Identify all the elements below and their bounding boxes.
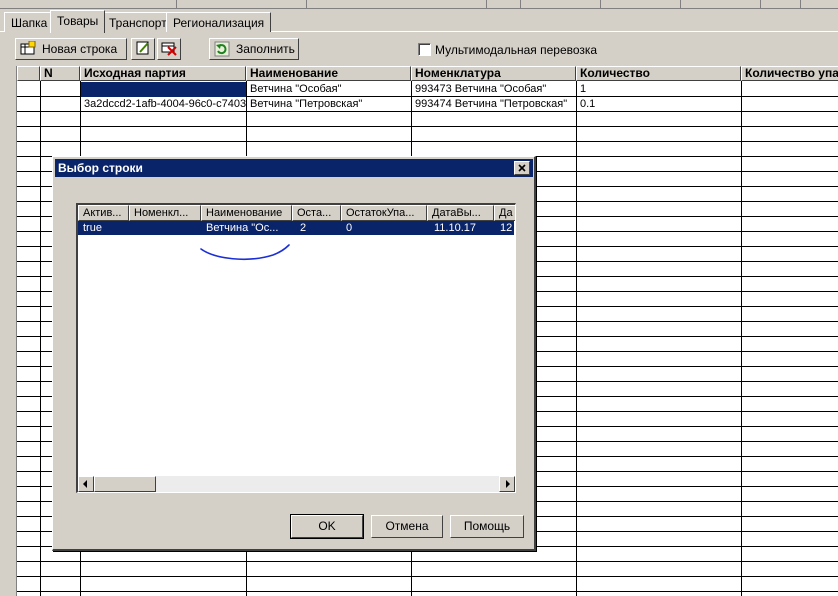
- tab-regionalization[interactable]: Регионализация: [166, 12, 272, 32]
- top-toolbar-strip: [0, 0, 838, 9]
- list-cell-name: Ветчина "Ос...: [206, 222, 279, 234]
- scroll-right-button[interactable]: [499, 476, 515, 492]
- list-column-rest[interactable]: Оста...: [292, 205, 341, 221]
- table-cell-quantity-pack[interactable]: [742, 97, 838, 112]
- list-cell-date: 11.10.17: [434, 222, 477, 234]
- table-header: N Исходная партия Наименование Номенклат…: [17, 66, 838, 81]
- horizontal-scrollbar[interactable]: [78, 476, 515, 492]
- delete-row-icon: [161, 40, 177, 59]
- edit-icon: [135, 40, 151, 59]
- tab-label: Товары: [57, 14, 99, 28]
- column-header-quantity-pack[interactable]: Количество упак: [741, 66, 838, 81]
- list-column-rest-pack[interactable]: ОстатокУпа...: [341, 205, 427, 221]
- tab-bar: Шапка Товары Транспорт Регионализация: [0, 10, 838, 33]
- tab-transport[interactable]: Транспорт: [102, 12, 174, 32]
- annotation-underline: [200, 244, 290, 261]
- list-cell-extra: 12: [500, 222, 513, 234]
- select-row-dialog: Выбор строки Актив... Номенкл... Наимено…: [52, 156, 536, 551]
- list-item[interactable]: true Ветчина "Ос... 2 0 11.10.17 12: [78, 221, 514, 235]
- dialog-title-bar[interactable]: Выбор строки: [55, 159, 533, 177]
- edit-row-button[interactable]: [131, 38, 155, 60]
- ok-button[interactable]: OK: [290, 514, 364, 539]
- list-cell-rest-pack: 0: [346, 222, 353, 234]
- table-cell-name[interactable]: Ветчина "Особая": [247, 82, 411, 97]
- new-row-icon: [20, 40, 36, 57]
- table-cell-nomenclature[interactable]: 993473 Ветчина "Особая": [412, 82, 576, 97]
- close-button[interactable]: [514, 161, 530, 175]
- scroll-thumb[interactable]: [94, 476, 156, 492]
- fill-button[interactable]: Заполнить: [209, 38, 299, 60]
- dialog-title: Выбор строки: [58, 161, 143, 175]
- table-cell-batch-selected[interactable]: [81, 82, 246, 97]
- list-column-extra[interactable]: Да: [494, 205, 515, 221]
- table-cell-nomenclature[interactable]: 993474 Ветчина "Петровская": [412, 97, 576, 112]
- table-cell-quantity-pack[interactable]: [742, 82, 838, 97]
- list-column-name[interactable]: Наименование: [201, 205, 292, 221]
- multimodal-checkbox[interactable]: [418, 43, 431, 56]
- list-column-nomenclature[interactable]: Номенкл...: [129, 205, 201, 221]
- list-column-date[interactable]: ДатаВы...: [427, 205, 494, 221]
- column-header-marker[interactable]: [17, 66, 40, 81]
- new-row-button[interactable]: Новая строка: [15, 38, 127, 60]
- scroll-left-button[interactable]: [78, 476, 94, 492]
- list-cell-active: true: [83, 222, 102, 234]
- table-cell-quantity[interactable]: 1: [577, 82, 741, 97]
- tab-goods[interactable]: Товары: [50, 10, 106, 33]
- fill-label: Заполнить: [236, 42, 295, 56]
- tab-header[interactable]: Шапка: [4, 12, 55, 32]
- tab-label: Регионализация: [173, 16, 265, 30]
- table-cell-batch[interactable]: 3a2dccd2-1afb-4004-96c0-c7403: [81, 97, 246, 112]
- cancel-button[interactable]: Отмена: [371, 515, 443, 538]
- column-header-n[interactable]: N: [40, 66, 80, 81]
- table-cell-n[interactable]: [41, 82, 80, 97]
- column-header-batch[interactable]: Исходная партия: [80, 66, 246, 81]
- help-button[interactable]: Помощь: [450, 515, 524, 538]
- refresh-icon: [214, 41, 230, 57]
- tab-label: Шапка: [11, 16, 48, 30]
- table-cell-name[interactable]: Ветчина "Петровская": [247, 97, 411, 112]
- list-cell-rest: 2: [300, 222, 307, 234]
- column-header-nomenclature[interactable]: Номенклатура: [411, 66, 576, 81]
- column-header-name[interactable]: Наименование: [246, 66, 411, 81]
- new-row-label: Новая строка: [42, 42, 118, 56]
- column-header-quantity[interactable]: Количество: [576, 66, 741, 81]
- table-cell-n[interactable]: [41, 97, 80, 112]
- multimodal-label: Мультимодальная перевозка: [435, 43, 598, 57]
- tab-label: Транспорт: [109, 16, 167, 30]
- delete-row-button[interactable]: [157, 38, 181, 60]
- table-cell-quantity[interactable]: 0.1: [577, 97, 741, 112]
- list-column-active[interactable]: Актив...: [78, 205, 129, 221]
